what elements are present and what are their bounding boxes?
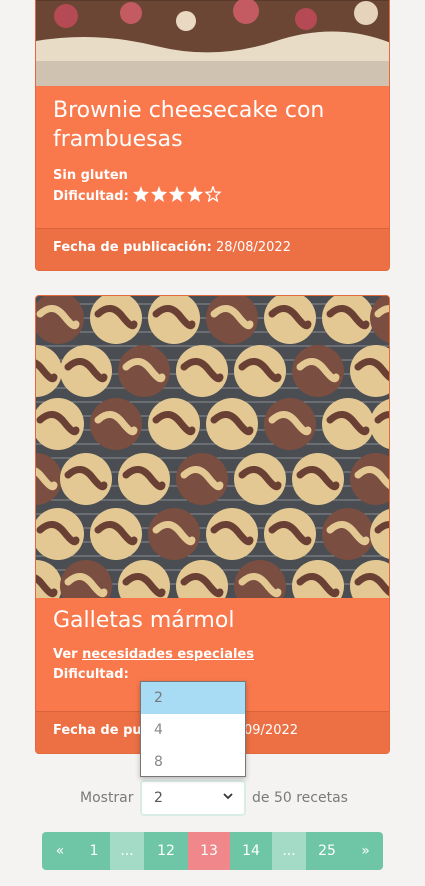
page-button-current[interactable]: 13 [188, 832, 230, 870]
date-label: Fecha de pu [53, 723, 142, 738]
pagination: « 1 ... 12 13 14 ... 25 » [42, 832, 383, 870]
per-page-option[interactable]: 4 [141, 714, 245, 746]
per-page-option[interactable]: 8 [141, 746, 245, 778]
star-filled-icon [151, 186, 168, 202]
page-button[interactable]: 14 [230, 832, 272, 870]
per-page-dropdown[interactable]: 2 4 8 [140, 681, 246, 777]
recipe-card[interactable]: Brownie cheesecake con frambuesas Sin gl… [35, 0, 390, 271]
star-filled-icon [169, 186, 186, 202]
per-page-select[interactable]: 2 [140, 780, 246, 816]
page-button[interactable]: 12 [144, 832, 188, 870]
special-needs-link[interactable]: necesidades especiales [82, 647, 254, 662]
page-next-button[interactable]: » [348, 832, 383, 870]
special-needs-prefix: Ver [53, 647, 78, 662]
chevron-down-icon [222, 790, 234, 805]
special-needs-label: Sin gluten [53, 168, 128, 183]
page-button[interactable]: 25 [306, 832, 348, 870]
per-page-row: Mostrar 2 de 50 recetas [0, 780, 425, 816]
page-ellipsis: ... [272, 832, 306, 870]
difficulty-label: Dificultad: [53, 667, 129, 682]
publish-date: 09/2022 [244, 723, 299, 738]
recipe-title[interactable]: Brownie cheesecake con frambuesas [53, 96, 377, 154]
page-prev-button[interactable]: « [42, 832, 78, 870]
star-filled-icon [187, 186, 204, 202]
recipe-photo[interactable] [36, 0, 389, 86]
per-page-value: 2 [154, 790, 163, 806]
date-label: Fecha de publicación: [53, 240, 212, 255]
page-ellipsis: ... [110, 832, 144, 870]
star-empty-icon [204, 184, 222, 203]
card-footer: Fecha de publicación: 28/08/2022 [36, 228, 389, 270]
difficulty-label: Dificultad: [53, 189, 129, 204]
publish-date: 28/08/2022 [216, 240, 291, 255]
page-button[interactable]: 1 [78, 832, 110, 870]
total-label: de 50 recetas [252, 790, 348, 806]
recipe-title[interactable]: Galletas mármol [53, 606, 377, 635]
difficulty-stars [133, 184, 223, 209]
recipe-photo[interactable] [36, 296, 389, 598]
star-filled-icon [133, 186, 150, 202]
show-label: Mostrar [80, 790, 134, 806]
per-page-option[interactable]: 2 [141, 682, 245, 714]
